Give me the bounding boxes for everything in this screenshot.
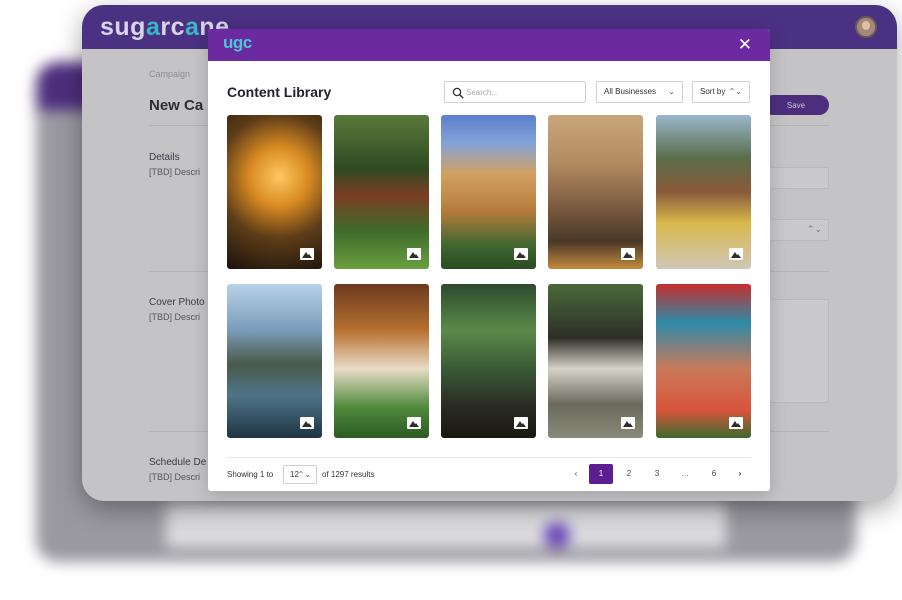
cover-photo-label: Cover Photo [149, 297, 205, 308]
breadcrumb[interactable]: Campaign [149, 69, 190, 79]
per-page-select[interactable]: 12 ⌃⌄ [283, 465, 317, 484]
page-title: New Ca [149, 97, 204, 114]
search-input[interactable] [466, 85, 582, 100]
details-description: [TBD] Descri [149, 167, 201, 177]
content-tile-tropical-courtyard[interactable] [334, 115, 429, 269]
image-icon [514, 248, 528, 260]
chevron-down-icon: ⌄ [668, 87, 675, 96]
content-tile-rustic-dining-room[interactable] [548, 115, 643, 269]
page-3-button[interactable]: 3 [645, 464, 669, 484]
schedule-description: [TBD] Descri [149, 472, 201, 482]
page-6-button[interactable]: 6 [702, 464, 726, 484]
content-tile-wooden-porch-garden[interactable] [334, 284, 429, 438]
content-tile-riverside-terrace[interactable] [227, 284, 322, 438]
content-tile-historic-apartment-building[interactable] [441, 115, 536, 269]
image-icon [621, 417, 635, 429]
footer-divider [227, 457, 751, 458]
pagination-ellipsis: ... [681, 469, 689, 478]
schedule-label: Schedule De [149, 457, 207, 468]
next-page-button[interactable]: › [728, 464, 752, 484]
business-filter-dropdown[interactable]: All Businesses ⌄ [596, 81, 683, 103]
content-tile-glass-building-night[interactable] [227, 115, 322, 269]
content-library-modal: ugc ✕ Content Library All Businesses ⌄ S… [208, 29, 770, 491]
showing-text: Showing 1 to [227, 470, 274, 479]
ugc-logo: ugc [223, 33, 252, 52]
modal-header: ugc ✕ [208, 29, 770, 61]
sort-arrows-icon: ⌃⌄ [728, 87, 742, 96]
sort-dropdown[interactable]: Sort by ⌃⌄ [692, 81, 750, 103]
image-icon [729, 417, 743, 429]
image-icon [729, 248, 743, 260]
select-arrows-icon: ⌃⌄ [806, 224, 822, 234]
image-icon [621, 248, 635, 260]
prev-page-button[interactable]: ‹ [564, 464, 588, 484]
search-box [444, 81, 586, 103]
close-icon[interactable]: ✕ [738, 36, 752, 53]
avatar[interactable] [855, 16, 877, 38]
save-button[interactable]: Save [763, 95, 829, 115]
page-1-button[interactable]: 1 [589, 464, 613, 484]
content-tile-cliffside-stairs[interactable] [656, 115, 751, 269]
content-tile-colorful-townhouse[interactable] [656, 284, 751, 438]
avatar-face [862, 21, 870, 30]
image-icon [514, 417, 528, 429]
image-icon [300, 417, 314, 429]
business-filter-value: All Businesses [604, 87, 657, 96]
search-icon [452, 87, 464, 99]
content-tile-tudor-house-path[interactable] [548, 284, 643, 438]
page-2-button[interactable]: 2 [617, 464, 641, 484]
results-count: of 1297 results [322, 470, 375, 479]
cover-photo-description: [TBD] Descri [149, 312, 201, 322]
per-page-arrows-icon: ⌃⌄ [297, 470, 311, 479]
image-icon [300, 248, 314, 260]
content-grid [227, 115, 751, 438]
content-tile-garden-dining-room[interactable] [441, 284, 536, 438]
modal-title: Content Library [227, 84, 332, 100]
details-label: Details [149, 152, 180, 163]
image-icon [407, 248, 421, 260]
background-window-dot [544, 522, 570, 548]
sort-value: Sort by [700, 87, 726, 96]
background-window-panel [166, 502, 726, 548]
image-icon [407, 417, 421, 429]
